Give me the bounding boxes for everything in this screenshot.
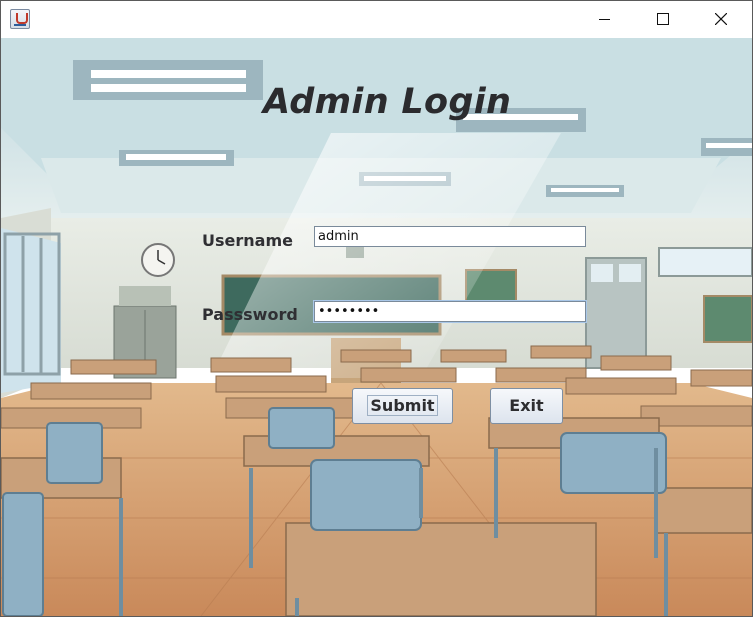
password-value: •••••••• bbox=[318, 304, 380, 319]
minimize-icon[interactable] bbox=[581, 1, 627, 38]
close-icon[interactable] bbox=[697, 1, 743, 38]
password-label: Passsword bbox=[202, 305, 298, 324]
password-input[interactable]: •••••••• bbox=[313, 300, 587, 323]
exit-button-label: Exit bbox=[509, 396, 544, 415]
username-value: admin bbox=[318, 229, 359, 244]
username-input[interactable]: admin bbox=[314, 226, 586, 247]
classroom-illustration bbox=[1, 38, 752, 616]
maximize-icon[interactable] bbox=[639, 1, 685, 38]
submit-button[interactable]: Submit bbox=[352, 388, 453, 424]
title-bar[interactable] bbox=[1, 1, 752, 38]
login-window: Admin Login Username admin Passsword •••… bbox=[0, 0, 753, 617]
username-label: Username bbox=[202, 231, 293, 250]
exit-button[interactable]: Exit bbox=[490, 388, 563, 424]
submit-button-label: Submit bbox=[367, 395, 438, 416]
java-cup-icon bbox=[10, 9, 30, 29]
classroom-background: Admin Login Username admin Passsword •••… bbox=[1, 38, 752, 616]
page-title: Admin Login bbox=[263, 82, 512, 122]
